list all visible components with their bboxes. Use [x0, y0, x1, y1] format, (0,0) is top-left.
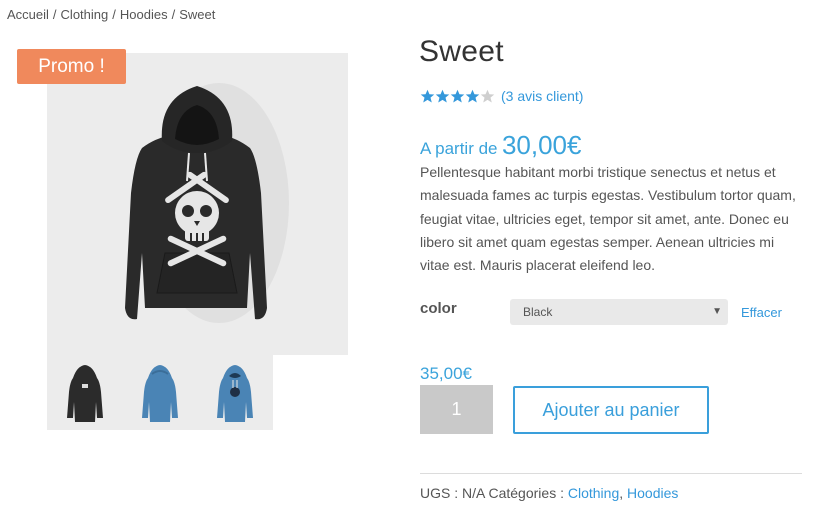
product-title: Sweet: [419, 35, 504, 68]
category-separator: ,: [619, 485, 624, 501]
breadcrumb-hoodies[interactable]: Hoodies: [120, 7, 168, 22]
price-amount: 30,00€: [501, 130, 582, 160]
color-select-value: Black: [523, 305, 553, 319]
quantity-input[interactable]: 1: [420, 385, 493, 434]
blue-hoodie-back-image: [141, 364, 178, 422]
sku-value: N/A: [462, 485, 485, 501]
product-meta: UGS : N/A Catégories : Clothing, Hoodies: [420, 485, 678, 501]
blue-hoodie-front-image: [216, 364, 253, 422]
thumbnail-blue-hoodie-front[interactable]: [197, 355, 272, 430]
breadcrumb-separator: /: [171, 7, 176, 22]
star-empty-icon: [480, 89, 495, 102]
price-prefix: A partir de: [420, 139, 498, 158]
breadcrumb-home[interactable]: Accueil: [7, 7, 49, 22]
category-link-clothing[interactable]: Clothing: [568, 485, 619, 501]
star-filled-icon: [435, 89, 450, 102]
star-rating: [420, 89, 495, 104]
dropdown-arrow-icon: ▼: [712, 306, 722, 317]
thumbnail-blue-hoodie-back[interactable]: [122, 355, 197, 430]
star-filled-icon: [420, 89, 435, 102]
price-range: A partir de 30,00€: [420, 130, 581, 161]
product-description: Pellentesque habitant morbi tristique se…: [420, 164, 796, 274]
promo-badge: Promo !: [17, 49, 126, 84]
variation-price: 35,00€: [420, 364, 472, 383]
reviews-link[interactable]: (3 avis client): [501, 88, 583, 104]
product-main-image[interactable]: [47, 53, 348, 355]
thumbnail-black-hoodie-back[interactable]: [47, 355, 122, 430]
black-hoodie-back-image: [66, 364, 103, 422]
breadcrumb-separator: /: [112, 7, 116, 22]
color-select[interactable]: Black ▼: [510, 299, 728, 325]
category-link-hoodies[interactable]: Hoodies: [627, 485, 678, 501]
sku-label: UGS :: [420, 485, 459, 501]
thumbnail-gallery: [47, 355, 273, 430]
breadcrumb-separator: /: [52, 7, 57, 22]
star-filled-icon: [465, 89, 480, 102]
breadcrumb: Accueil / Clothing / Hoodies / Sweet: [7, 7, 215, 22]
add-to-cart-button[interactable]: Ajouter au panier: [513, 386, 709, 434]
divider: [420, 473, 802, 474]
breadcrumb-clothing[interactable]: Clothing: [61, 7, 109, 22]
black-hoodie-skull-image: [125, 83, 289, 323]
clear-variation-link[interactable]: Effacer: [741, 305, 782, 320]
breadcrumb-current: Sweet: [179, 7, 216, 22]
categories-label: Catégories :: [488, 485, 564, 501]
star-filled-icon: [450, 89, 465, 102]
product-rating: (3 avis client): [420, 88, 583, 104]
variation-label: color: [420, 300, 457, 317]
